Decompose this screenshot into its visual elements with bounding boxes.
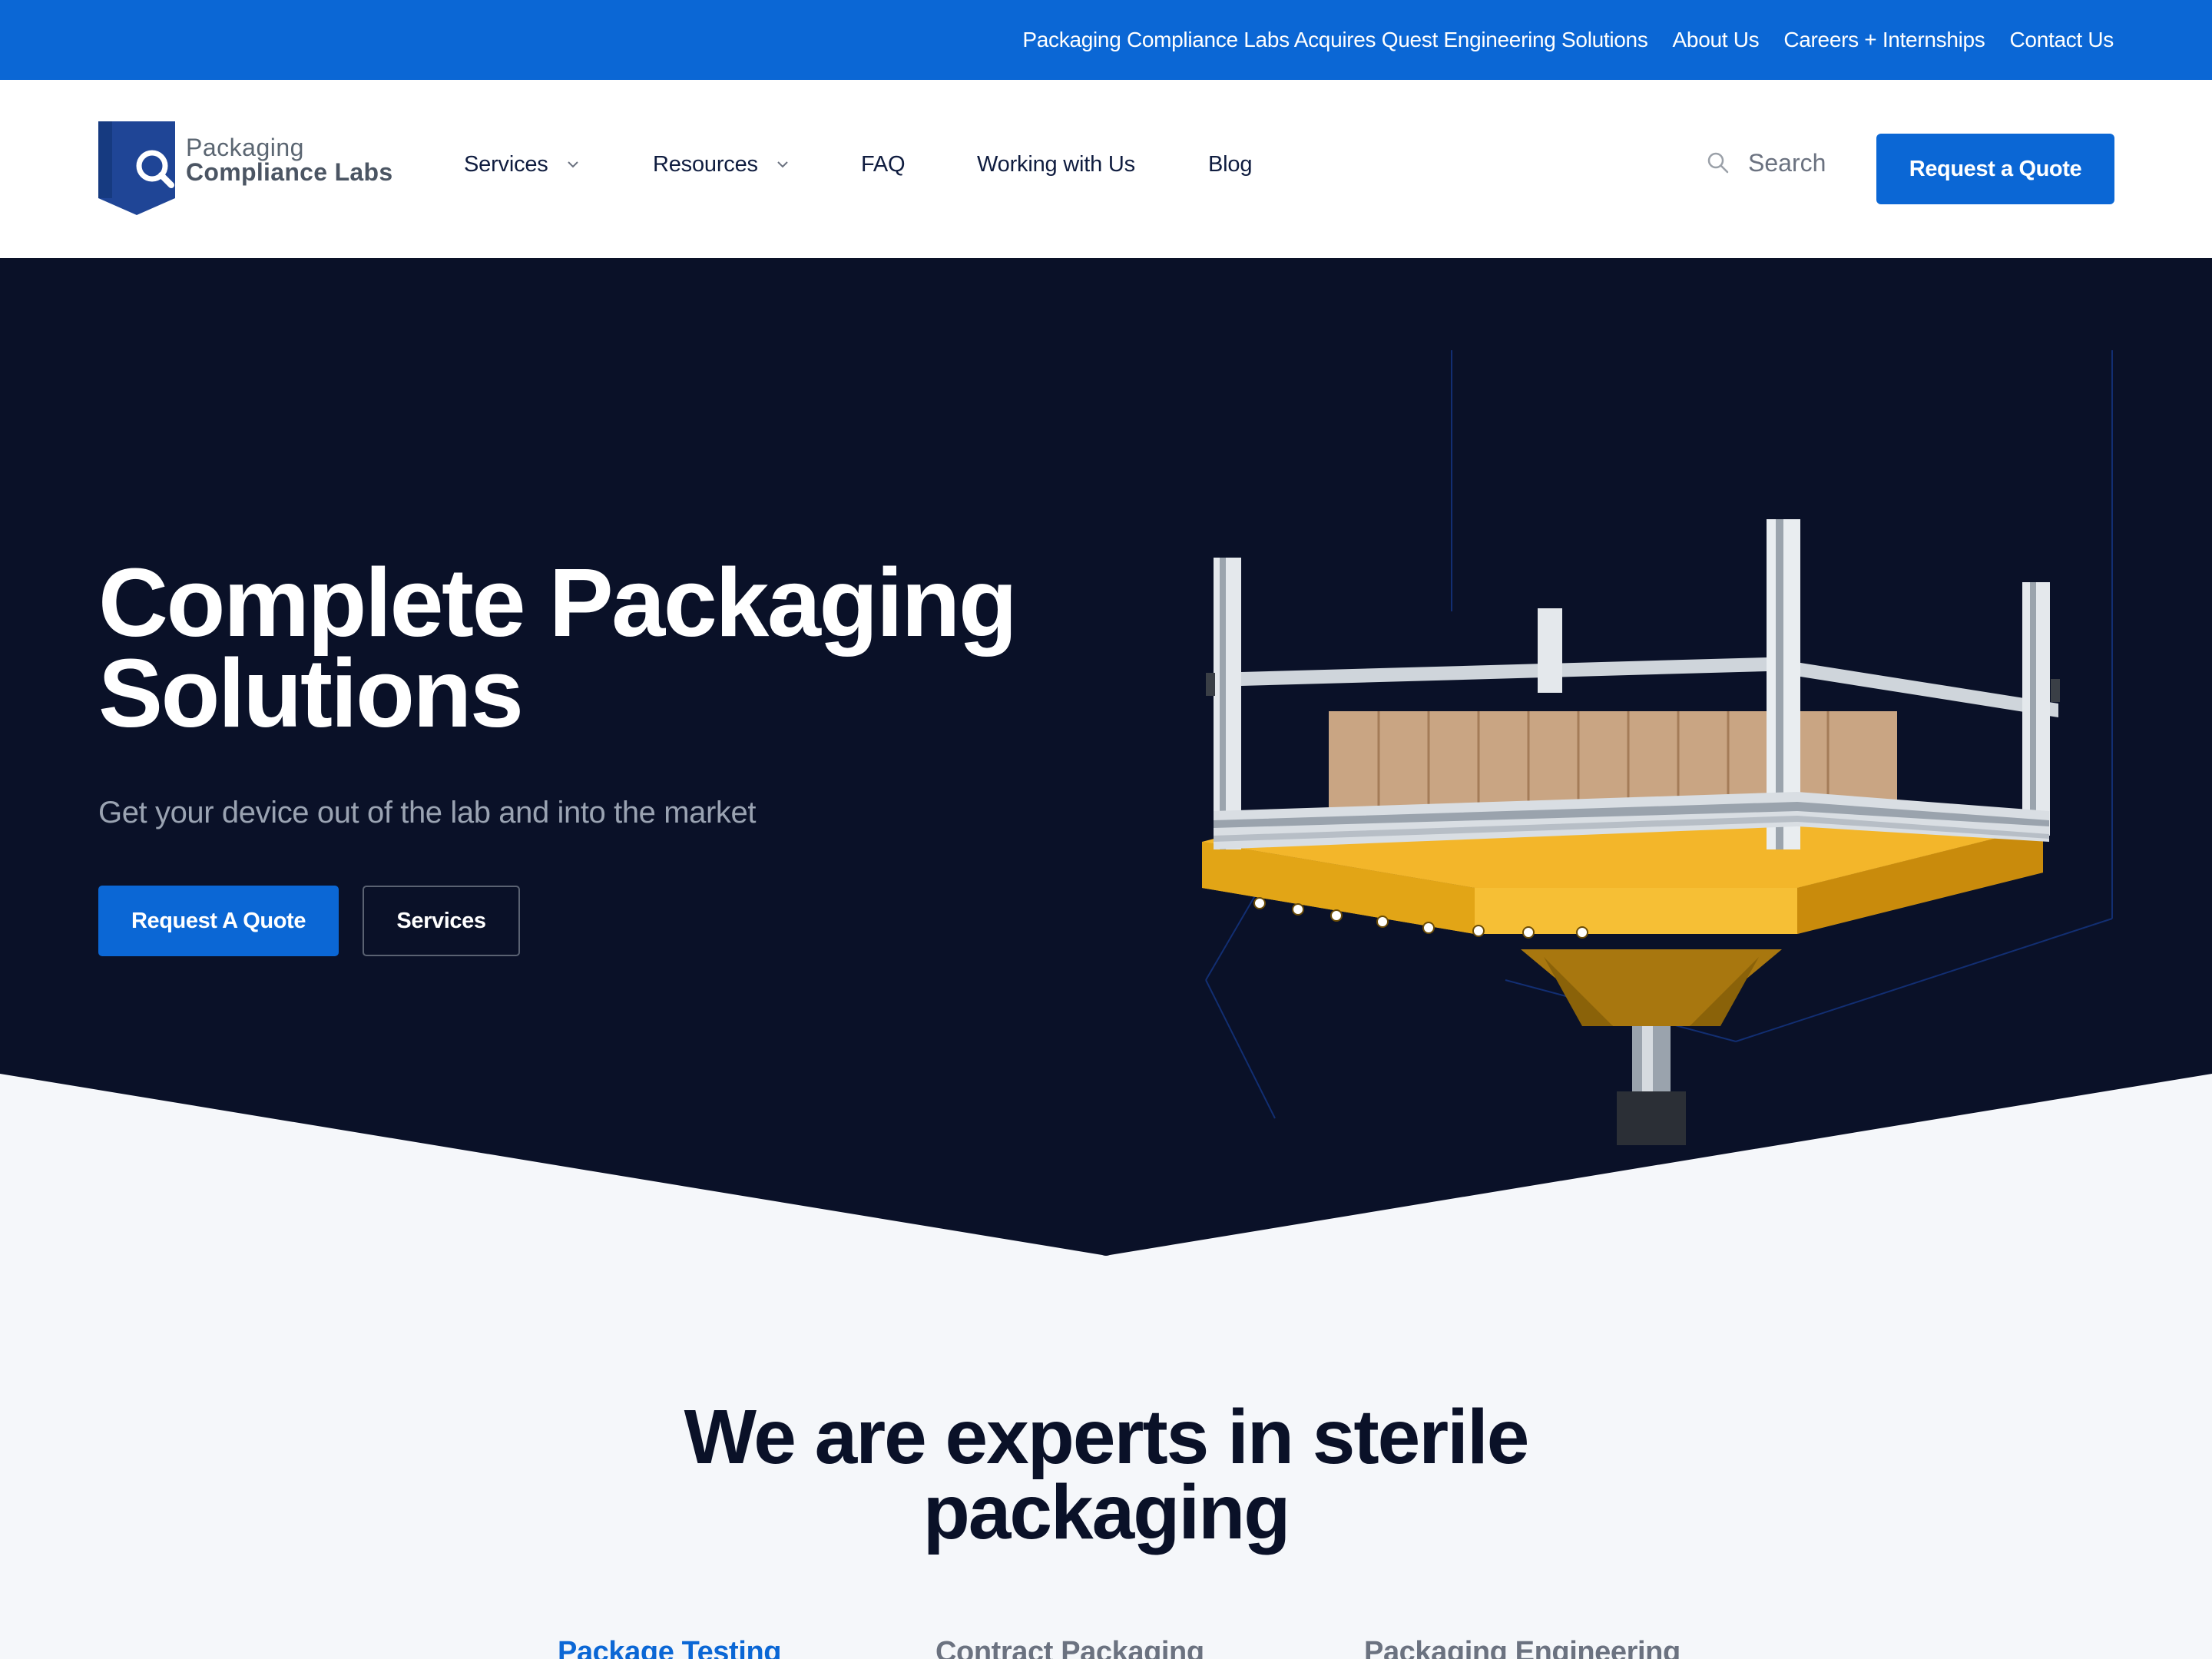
tab-packaging-engineering[interactable]: Packaging Engineering xyxy=(1364,1636,1681,1659)
nav-item-blog[interactable]: Blog xyxy=(1208,141,1252,187)
nav-item-label: Services xyxy=(464,151,548,177)
hero-services-button[interactable]: Services xyxy=(363,886,520,956)
about-us-link[interactable]: About Us xyxy=(1673,28,1760,52)
contact-us-link[interactable]: Contact Us xyxy=(2010,28,2114,52)
chevron-down-icon xyxy=(567,161,578,168)
hero-request-quote-button[interactable]: Request A Quote xyxy=(98,886,339,956)
search-icon xyxy=(1707,152,1729,174)
logo-wordmark: Packaging Compliance Labs xyxy=(186,135,392,184)
nav-item-resources[interactable]: Resources xyxy=(653,141,790,187)
site-logo[interactable]: Packaging Compliance Labs xyxy=(98,121,406,220)
hero-subtitle: Get your device out of the lab and into … xyxy=(98,796,757,830)
nav-item-label: FAQ xyxy=(861,151,906,177)
request-quote-button[interactable]: Request a Quote xyxy=(1876,134,2114,204)
search-label: Search xyxy=(1748,148,1826,177)
service-tabs: Package Testing Contract Packaging Packa… xyxy=(0,1636,2212,1659)
vibration-table-illustration xyxy=(1202,350,2113,1145)
experts-heading-line2: packaging xyxy=(922,1469,1291,1555)
nav-item-label: Working with Us xyxy=(977,151,1135,177)
logo-shield-icon xyxy=(98,121,175,215)
chevron-down-icon xyxy=(777,161,788,168)
hero-title-line2: Solutions xyxy=(98,639,524,747)
tab-package-testing[interactable]: Package Testing xyxy=(558,1636,781,1659)
search-trigger[interactable]: Search xyxy=(1707,141,1826,184)
nav-item-faq[interactable]: FAQ xyxy=(861,141,906,187)
main-navbar: Packaging Compliance Labs Services Resou… xyxy=(0,80,2212,258)
hero-section: Complete Packaging Solutions Get your de… xyxy=(0,258,2212,1257)
acquisition-news-link[interactable]: Packaging Compliance Labs Acquires Quest… xyxy=(1022,28,1647,52)
tab-contract-packaging[interactable]: Contract Packaging xyxy=(935,1636,1204,1659)
nav-item-services[interactable]: Services xyxy=(464,141,581,187)
nav-item-label: Blog xyxy=(1208,151,1253,177)
nav-item-working-with-us[interactable]: Working with Us xyxy=(977,141,1135,187)
top-utility-bar: Packaging Compliance Labs Acquires Quest… xyxy=(0,0,2212,80)
logo-line1: Packaging xyxy=(186,134,304,161)
hero-title: Complete Packaging Solutions xyxy=(98,555,1174,742)
nav-item-label: Resources xyxy=(653,151,758,177)
experts-heading: We are experts in sterile packaging xyxy=(0,1399,2212,1551)
logo-line2: Compliance Labs xyxy=(186,158,393,186)
careers-link[interactable]: Careers + Internships xyxy=(1783,28,1985,52)
experts-heading-line1: We are experts in sterile xyxy=(684,1394,1530,1480)
top-utility-links: Packaging Compliance Labs Acquires Quest… xyxy=(1022,0,2114,80)
